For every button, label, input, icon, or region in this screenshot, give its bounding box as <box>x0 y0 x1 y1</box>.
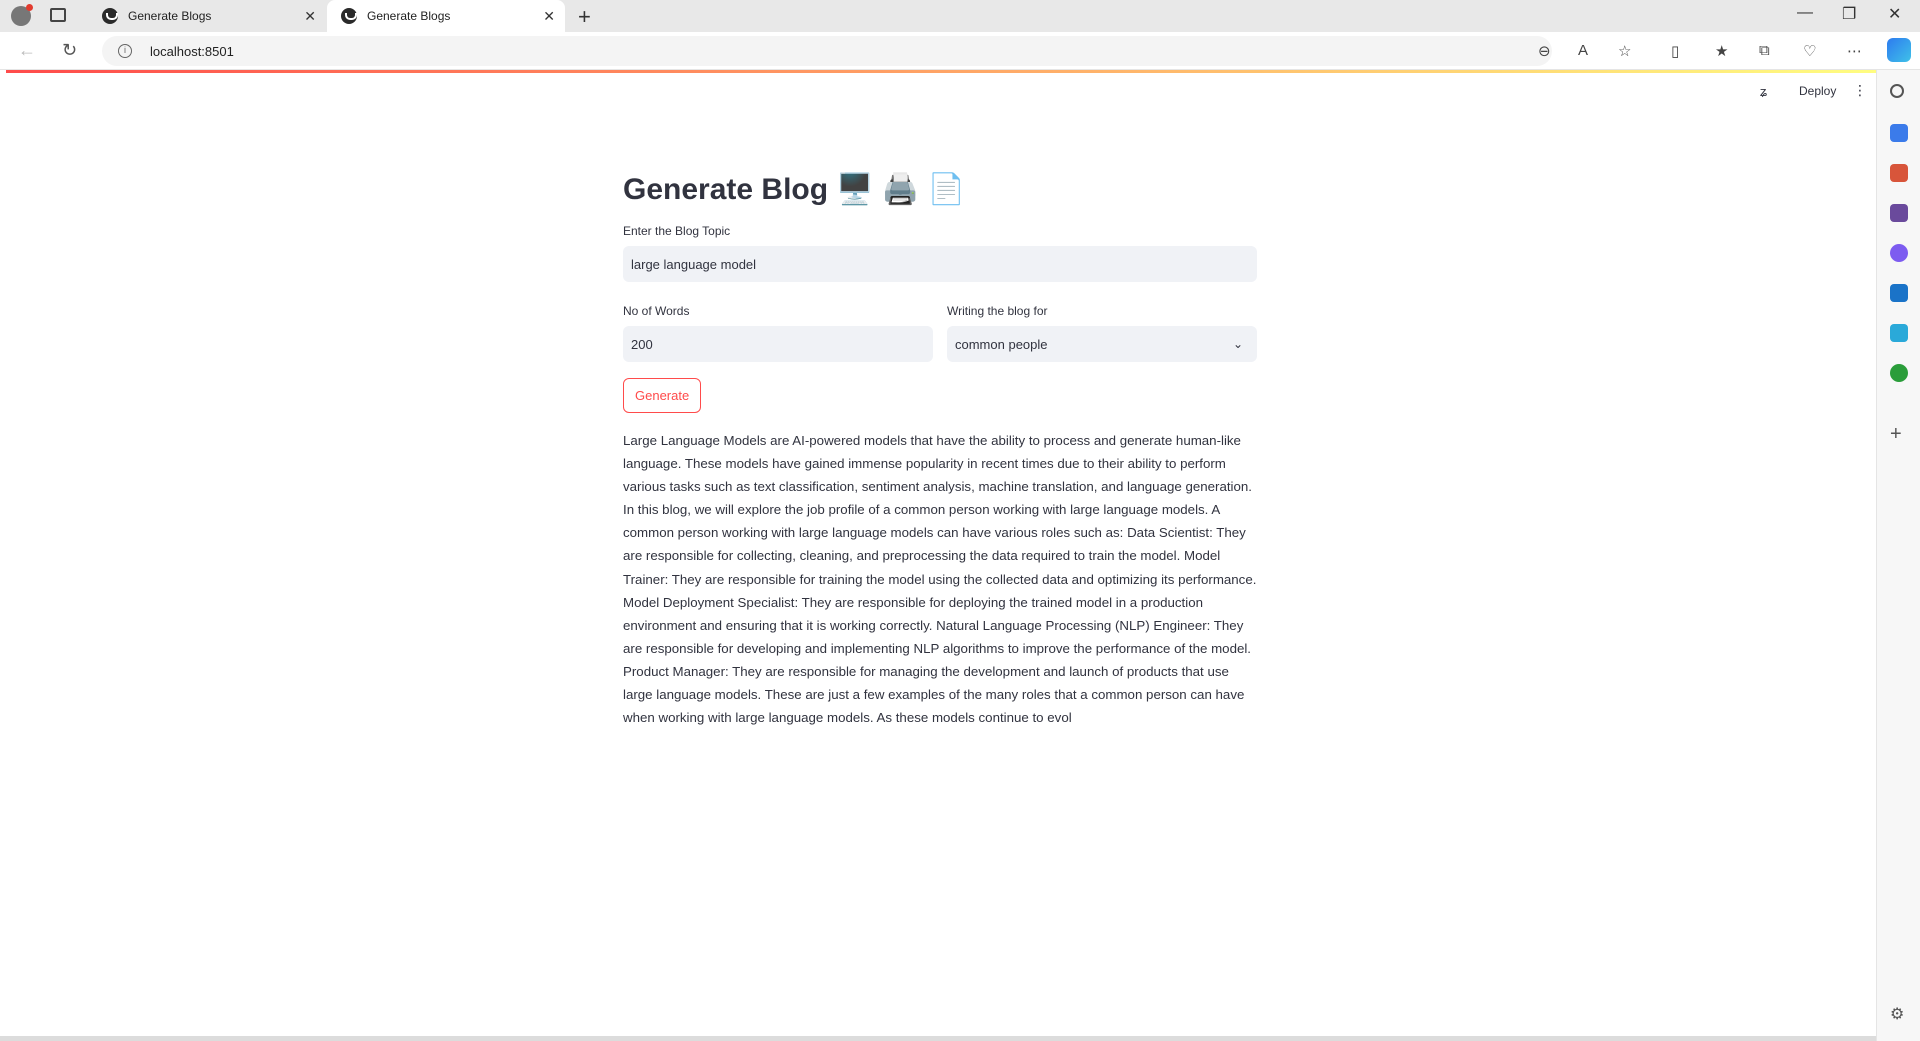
app-main: Generate Blog 🖥️ 🖨️ 📄 Enter the Blog Top… <box>623 168 1257 729</box>
url-field[interactable]: i localhost:8501 <box>102 36 1552 66</box>
address-bar-row: ← ↻ i localhost:8501 ⊖ A ☆ ▯ ★ ⧉ ♡ ⋯ <box>0 32 1920 70</box>
browser-tab-strip: Generate Blogs ✕ Generate Blogs ✕ + — ❐ … <box>0 0 1920 32</box>
title-emoji-icons: 🖥️ 🖨️ 📄 <box>836 173 965 206</box>
refresh-icon[interactable]: ↻ <box>62 40 77 61</box>
profile-avatar-icon[interactable] <box>11 4 33 26</box>
copilot-icon[interactable] <box>1887 38 1911 62</box>
settings-gear-icon[interactable]: ⚙ <box>1890 1004 1908 1023</box>
collections-icon[interactable]: ⧉ <box>1759 42 1770 59</box>
read-aloud-icon[interactable]: A <box>1578 42 1588 59</box>
tab-title: Generate Blogs <box>367 9 451 23</box>
tab-title: Generate Blogs <box>128 9 212 23</box>
url-text: localhost:8501 <box>150 43 234 59</box>
audience-value: common people <box>955 336 1048 352</box>
title-text: Generate Blog <box>623 173 829 206</box>
minimize-icon[interactable]: — <box>1797 4 1813 22</box>
games-icon[interactable] <box>1890 204 1908 222</box>
words-input[interactable]: 200 <box>623 326 933 362</box>
microsoft365-icon[interactable] <box>1890 244 1908 262</box>
audience-select[interactable]: common people ⌄ <box>947 326 1257 362</box>
audience-label: Writing the blog for <box>947 304 1048 318</box>
new-tab-icon[interactable]: + <box>578 4 591 30</box>
words-label: No of Words <box>623 304 690 318</box>
close-tab-icon[interactable]: ✕ <box>543 8 555 25</box>
topic-input[interactable]: large language model <box>623 246 1257 282</box>
add-icon[interactable]: + <box>1890 424 1908 444</box>
close-window-icon[interactable]: ✕ <box>1888 4 1901 24</box>
favorite-star-icon[interactable]: ☆ <box>1618 42 1631 60</box>
split-screen-icon[interactable]: ▯ <box>1671 42 1679 60</box>
browser-tab[interactable]: Generate Blogs ✕ <box>88 0 326 32</box>
tree-icon[interactable] <box>1890 364 1908 382</box>
generate-button[interactable]: Generate <box>623 378 702 413</box>
running-status-icon: ʑ <box>1760 84 1768 99</box>
zoom-out-icon[interactable]: ⊖ <box>1538 42 1551 60</box>
search-icon[interactable] <box>1890 84 1904 98</box>
edge-sidebar: + ⚙ <box>1876 70 1920 1041</box>
deploy-button[interactable]: Deploy <box>1799 84 1836 98</box>
outlook-icon[interactable] <box>1890 284 1908 302</box>
topic-label: Enter the Blog Topic <box>623 224 731 238</box>
bottom-scroll-track <box>0 1036 1876 1041</box>
close-tab-icon[interactable]: ✕ <box>304 8 316 25</box>
streamlit-favicon-icon <box>341 8 357 24</box>
favorites-icon[interactable]: ★ <box>1715 42 1728 60</box>
shopping-icon[interactable] <box>1890 124 1908 142</box>
chevron-down-icon: ⌄ <box>1232 337 1243 351</box>
back-icon[interactable]: ← <box>18 40 36 61</box>
header-decoration-bar <box>6 70 1876 73</box>
drop-icon[interactable] <box>1890 324 1908 342</box>
site-info-icon[interactable]: i <box>118 44 132 58</box>
main-menu-icon[interactable]: ⋮ <box>1853 82 1867 99</box>
page-title: Generate Blog 🖥️ 🖨️ 📄 <box>623 168 1257 212</box>
browser-tab-active[interactable]: Generate Blogs ✕ <box>327 0 565 32</box>
tools-icon[interactable] <box>1890 164 1908 182</box>
streamlit-favicon-icon <box>102 8 118 24</box>
browser-essentials-icon[interactable]: ♡ <box>1803 42 1816 60</box>
tab-actions-icon[interactable] <box>50 8 66 22</box>
more-menu-icon[interactable]: ⋯ <box>1847 42 1862 60</box>
generated-blog-text: Large Language Models are AI-powered mod… <box>623 433 1257 726</box>
restore-icon[interactable]: ❐ <box>1842 4 1856 24</box>
